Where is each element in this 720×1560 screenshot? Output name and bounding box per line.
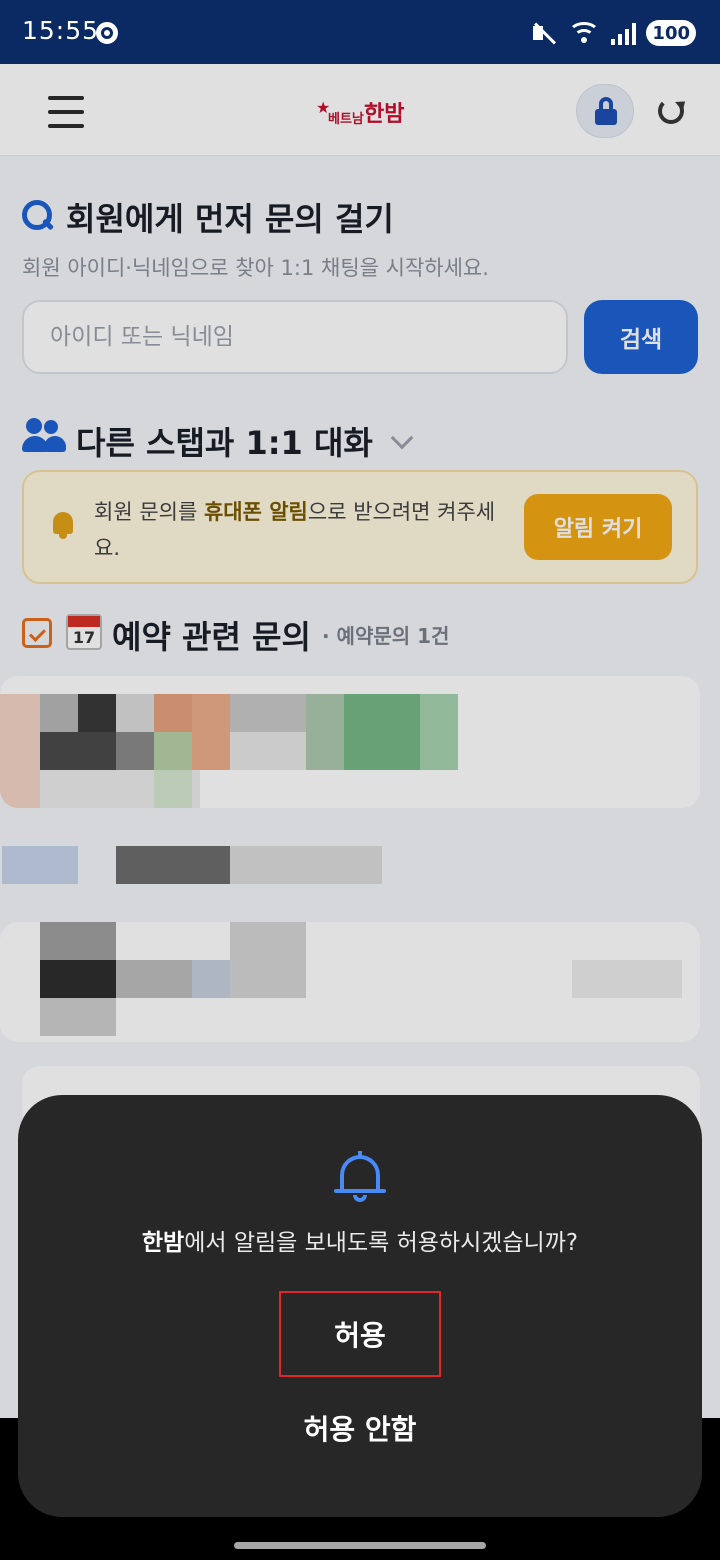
allow-button[interactable]: 허용 bbox=[279, 1291, 441, 1377]
wifi-icon bbox=[567, 20, 601, 46]
mute-icon bbox=[531, 20, 557, 46]
home-indicator[interactable] bbox=[234, 1542, 486, 1549]
notification-permission-dialog: 한밤에서 알림을 보내도록 허용하시겠습니까? 허용 허용 안함 bbox=[18, 1095, 702, 1517]
status-icons: 100 bbox=[531, 18, 696, 48]
chrome-icon bbox=[96, 22, 118, 44]
dialog-message: 한밤에서 알림을 보내도록 허용하시겠습니까? bbox=[141, 1230, 579, 1256]
bell-icon bbox=[334, 1151, 386, 1202]
deny-button[interactable]: 허용 안함 bbox=[260, 1393, 460, 1463]
status-time: 15:55 bbox=[22, 16, 100, 45]
battery-icon: 100 bbox=[646, 20, 696, 46]
status-bar: 15:55 100 bbox=[0, 0, 720, 64]
signal-icon bbox=[611, 21, 637, 45]
